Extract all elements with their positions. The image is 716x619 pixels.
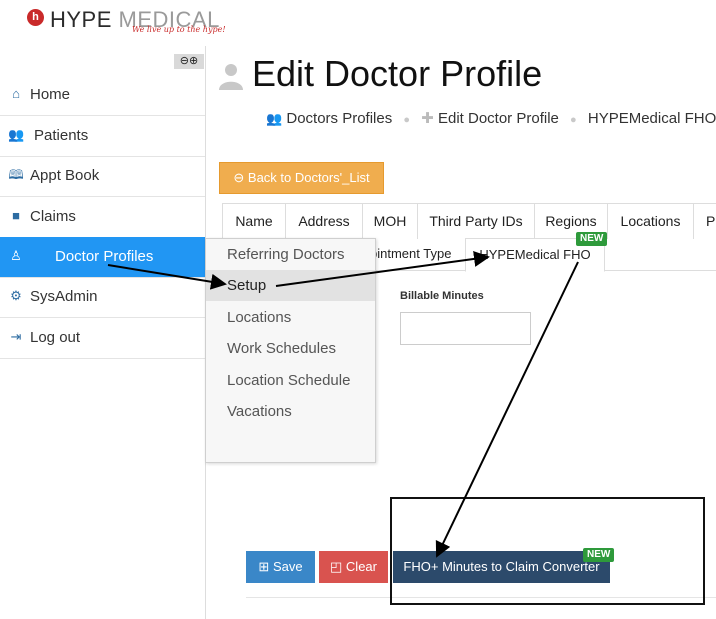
annotation-arrow bbox=[435, 261, 579, 558]
annotation-arrow bbox=[275, 250, 490, 287]
annotation-arrows bbox=[107, 250, 579, 558]
annotation-arrow bbox=[107, 264, 227, 290]
